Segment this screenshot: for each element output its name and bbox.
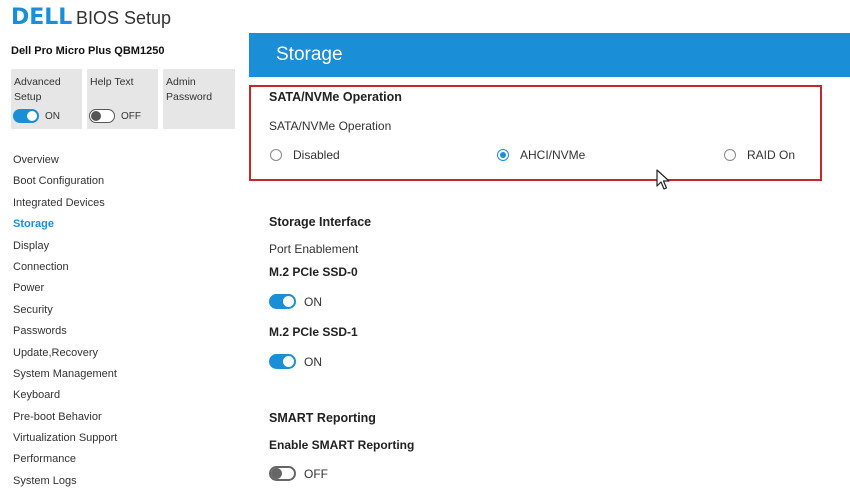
toggle-state-text: ON <box>45 110 60 122</box>
radio-button[interactable] <box>270 149 282 161</box>
tile-label: Help Text <box>90 76 134 88</box>
sidebar-item-boot-configuration[interactable]: Boot Configuration <box>13 171 117 192</box>
sidebar-item-update-recovery[interactable]: Update,Recovery <box>13 343 117 364</box>
page-title: Storage <box>276 44 343 65</box>
enable-smart-label: Enable SMART Reporting <box>269 438 415 452</box>
tile-label: Setup <box>14 91 42 103</box>
sidebar-item-connection[interactable]: Connection <box>13 257 117 278</box>
sidebar-item-performance[interactable]: Performance <box>13 449 117 470</box>
sidebar-item-integrated-devices[interactable]: Integrated Devices <box>13 193 117 214</box>
storage-interface-title: Storage Interface <box>269 215 372 229</box>
sidebar-item-system-logs[interactable]: System Logs <box>13 471 117 492</box>
m2-ssd0-label: M.2 PCIe SSD-0 <box>269 265 358 279</box>
app-title: BIOS Setup <box>76 8 172 28</box>
advanced-setup-toggle[interactable] <box>13 109 39 123</box>
smart-toggle-row: OFF <box>269 466 328 481</box>
radio-option-disabled[interactable]: Disabled <box>270 148 340 162</box>
radio-label: AHCI/NVMe <box>520 148 586 162</box>
sidebar-item-overview[interactable]: Overview <box>13 150 117 171</box>
tile-advanced-setup[interactable]: Advanced Setup ON <box>11 69 82 129</box>
sidebar-item-storage[interactable]: Storage <box>13 214 117 235</box>
tile-admin-password[interactable]: Admin Password <box>163 69 235 129</box>
radio-label: RAID On <box>747 148 796 162</box>
device-name: Dell Pro Micro Plus QBM1250 <box>11 45 165 57</box>
sidebar-item-system-management[interactable]: System Management <box>13 364 117 385</box>
sidebar-item-display[interactable]: Display <box>13 236 117 257</box>
radio-option-raid-on[interactable]: RAID On <box>724 148 795 162</box>
dell-logo: DELL <box>11 5 73 30</box>
smart-reporting-title: SMART Reporting <box>269 411 376 425</box>
m2-ssd0-toggle-row: ON <box>269 294 322 309</box>
sidebar-item-pre-boot-behavior[interactable]: Pre-boot Behavior <box>13 407 117 428</box>
tile-label: Admin <box>166 76 196 88</box>
tile-label: Password <box>166 91 213 103</box>
sidebar-item-passwords[interactable]: Passwords <box>13 321 117 342</box>
sidebar-item-security[interactable]: Security <box>13 300 117 321</box>
sata-section-title: SATA/NVMe Operation <box>269 90 402 104</box>
m2-ssd1-toggle[interactable] <box>269 354 296 369</box>
tile-help-text[interactable]: Help Text OFF <box>87 69 158 129</box>
m2-ssd1-toggle-row: ON <box>269 354 322 369</box>
sidebar-item-virtualization-support[interactable]: Virtualization Support <box>13 428 117 449</box>
sidebar-item-keyboard[interactable]: Keyboard <box>13 385 117 406</box>
tile-label: Advanced <box>14 76 61 88</box>
radio-button[interactable] <box>724 149 736 161</box>
toggle-state-text: OFF <box>121 110 141 122</box>
smart-reporting-toggle[interactable] <box>269 466 296 481</box>
mouse-pointer-icon <box>656 169 670 190</box>
sidebar-nav: Overview Boot Configuration Integrated D… <box>13 150 117 492</box>
m2-ssd1-label: M.2 PCIe SSD-1 <box>269 325 358 339</box>
radio-label: Disabled <box>293 148 340 162</box>
toggle-state-text: ON <box>304 354 322 369</box>
toggle-state-text: ON <box>304 294 322 309</box>
radio-option-ahci-nvme[interactable]: AHCI/NVMe <box>497 148 585 162</box>
toggle-state-text: OFF <box>304 466 328 481</box>
sata-field-label: SATA/NVMe Operation <box>269 119 392 133</box>
m2-ssd0-toggle[interactable] <box>269 294 296 309</box>
help-text-toggle[interactable] <box>89 109 115 123</box>
sidebar-item-power[interactable]: Power <box>13 278 117 299</box>
radio-button-selected[interactable] <box>497 149 509 161</box>
port-enablement-label: Port Enablement <box>269 242 359 256</box>
